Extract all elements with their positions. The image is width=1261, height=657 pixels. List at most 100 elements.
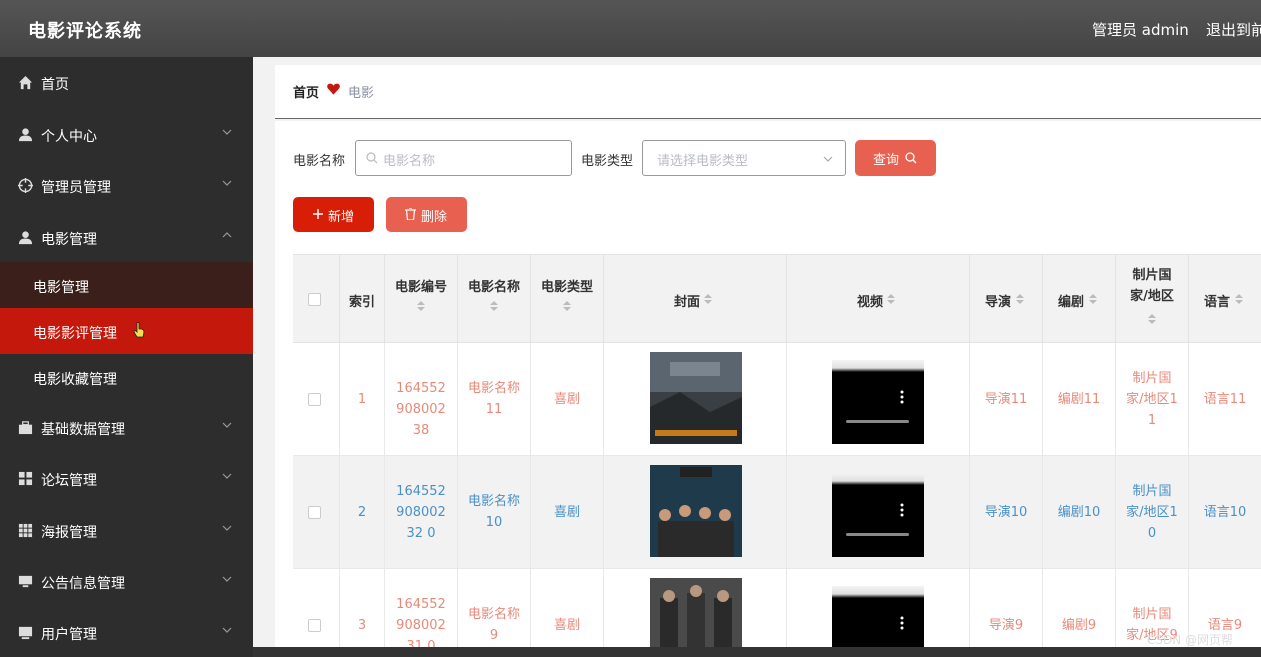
sort-icon[interactable] (1088, 292, 1098, 306)
cell-language: 语言11 (1189, 343, 1261, 456)
chevron-up-icon (222, 232, 232, 238)
header-cover[interactable]: 封面 (604, 255, 787, 344)
header-video[interactable]: 视频 (787, 255, 970, 344)
sort-icon[interactable] (416, 299, 426, 313)
video-progress-bar[interactable] (846, 533, 909, 536)
sidebar-item-base-data[interactable]: 基础数据管理 (0, 402, 253, 452)
search-icon (905, 152, 917, 164)
cell-type: 喜剧 (531, 456, 604, 569)
table-row[interactable]: 1 16455290800238 电影名称11 喜剧 导演11 编剧11 制片国… (293, 343, 1261, 456)
cell-region: 制片国家/地区11 (1116, 343, 1189, 456)
chevron-down-icon (222, 627, 232, 633)
sidebar-item-admins[interactable]: 管理员管理 (0, 160, 253, 210)
movie-name-input[interactable]: 电影名称 (355, 140, 572, 176)
header-name[interactable]: 电影名称 (458, 255, 531, 344)
sort-icon[interactable] (886, 292, 896, 306)
chevron-down-icon (222, 422, 232, 428)
movie-name-value: 电影名称11 (468, 381, 521, 417)
cell-cover (604, 569, 787, 654)
more-options-icon[interactable] (900, 503, 904, 517)
header-region[interactable]: 制片国家/地区 (1116, 255, 1189, 344)
cover-image[interactable] (650, 465, 742, 557)
more-options-icon[interactable] (900, 616, 904, 630)
index-value: 1 (357, 392, 367, 407)
movie-type-select[interactable]: 请选择电影类型 (642, 140, 846, 176)
sidebar-item-forum[interactable]: 论坛管理 (0, 453, 253, 503)
chevron-down-icon (222, 180, 232, 186)
cell-region: 制片国家/地区10 (1116, 456, 1189, 569)
row-checkbox[interactable] (308, 619, 321, 632)
video-player[interactable] (832, 586, 924, 654)
horizontal-scrollbar[interactable] (253, 647, 1261, 657)
cell-writer: 编剧9 (1043, 569, 1116, 654)
sort-icon[interactable] (562, 299, 572, 313)
monitor-icon (18, 626, 33, 640)
sidebar-item-users[interactable]: 用户管理 (0, 607, 253, 657)
header-id[interactable]: 电影编号 (385, 255, 458, 344)
movie-type-value: 喜剧 (553, 618, 580, 633)
sidebar-sub-movie-reviews[interactable]: 电影影评管理 (0, 308, 253, 354)
sort-icon[interactable] (1234, 292, 1244, 306)
more-options-icon[interactable] (900, 390, 904, 404)
cover-image[interactable] (650, 578, 742, 654)
row-checkbox[interactable] (308, 393, 321, 406)
header-label: 电影名称 (467, 280, 520, 295)
header-label: 语言 (1203, 295, 1230, 310)
user-label: 管理员 admin (1092, 21, 1189, 39)
row-checkbox[interactable] (308, 506, 321, 519)
index-value: 2 (357, 505, 367, 520)
sidebar-item-home[interactable]: 首页 (0, 57, 253, 107)
delete-button[interactable]: 删除 (386, 197, 467, 232)
table-row[interactable]: 3 16455290800231 0 电影名称9 喜剧 导演9 编剧9 制片国家… (293, 569, 1261, 654)
cell-id: 16455290800238 (385, 343, 458, 456)
sidebar-sub-movie-manage[interactable]: 电影管理 (0, 262, 253, 308)
sidebar-item-movies[interactable]: 电影管理 (0, 212, 253, 262)
apps-icon (18, 523, 33, 538)
cell-language: 语言10 (1189, 456, 1261, 569)
cell-video (787, 456, 970, 569)
writer-value: 编剧10 (1057, 505, 1101, 520)
sort-icon[interactable] (703, 292, 713, 306)
home-icon (18, 75, 33, 90)
movie-type-value: 喜剧 (553, 505, 580, 520)
header-label: 编剧 (1057, 295, 1084, 310)
sort-icon[interactable] (1147, 312, 1157, 326)
movie-name-value: 电影名称9 (468, 607, 521, 643)
sidebar-sub-label: 电影管理 (33, 280, 89, 296)
director-value: 导演11 (984, 392, 1028, 407)
director-value: 导演10 (984, 505, 1028, 520)
logout-link[interactable]: 退出到前台 (1206, 19, 1261, 40)
cell-index: 3 (340, 569, 385, 654)
cell-cover (604, 456, 787, 569)
add-button[interactable]: 新增 (293, 197, 374, 232)
header-type[interactable]: 电影类型 (531, 255, 604, 344)
movie-table: 索引 电影编号 电影名称 电影类型 封面 视频 导演 编剧 制片国家/地区 语言 (293, 254, 1261, 654)
sort-icon[interactable] (489, 299, 499, 313)
cover-image[interactable] (650, 352, 742, 444)
sidebar-item-notices[interactable]: 公告信息管理 (0, 556, 253, 606)
breadcrumb-home[interactable]: 首页 (293, 82, 319, 101)
type-filter-label: 电影类型 (581, 154, 634, 169)
select-all-checkbox[interactable] (308, 293, 321, 306)
breadcrumb-current: 电影 (348, 86, 375, 101)
header-index: 索引 (340, 255, 385, 344)
query-button-label: 查询 (873, 153, 900, 168)
cell-writer: 编剧11 (1043, 343, 1116, 456)
header-director[interactable]: 导演 (970, 255, 1043, 344)
video-player[interactable] (832, 360, 924, 444)
sidebar-sub-label: 电影影评管理 (33, 326, 117, 342)
cell-name: 电影名称11 (458, 343, 531, 456)
header-language[interactable]: 语言 (1189, 255, 1261, 344)
sidebar-item-posters[interactable]: 海报管理 (0, 505, 253, 555)
video-player[interactable] (832, 473, 924, 557)
table-row[interactable]: 2 16455290800232 0 电影名称10 喜剧 导演10 编剧10 制… (293, 456, 1261, 569)
header-writer[interactable]: 编剧 (1043, 255, 1116, 344)
sidebar-sub-movie-favorites[interactable]: 电影收藏管理 (0, 354, 253, 400)
video-progress-bar[interactable] (846, 420, 909, 423)
header-label: 导演 (984, 295, 1011, 310)
cell-name: 电影名称10 (458, 456, 531, 569)
cell-select (293, 456, 340, 569)
sort-icon[interactable] (1015, 292, 1025, 306)
sidebar-item-profile[interactable]: 个人中心 (0, 109, 253, 159)
query-button[interactable]: 查询 (855, 140, 936, 176)
